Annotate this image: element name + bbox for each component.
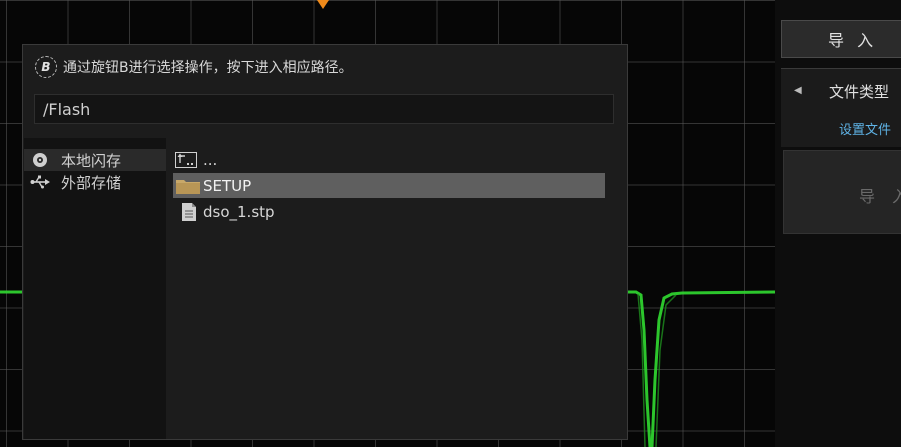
- file-label: ...: [203, 150, 218, 169]
- file-icon: [175, 202, 203, 222]
- path-field[interactable]: /Flash: [34, 94, 614, 124]
- file-item-dso-stp[interactable]: dso_1.stp: [173, 199, 605, 224]
- file-list: ... SETUP dso_1.stp: [167, 138, 627, 439]
- file-item-parent[interactable]: ...: [173, 147, 605, 172]
- file-type-value: 设置文件: [839, 123, 892, 138]
- file-type-label: 文件类型: [829, 83, 890, 101]
- usb-icon: [27, 175, 53, 189]
- path-text: /Flash: [43, 99, 91, 119]
- knob-b-icon: B: [35, 56, 57, 78]
- import-button-label: 导 入: [859, 187, 901, 206]
- file-label: SETUP: [203, 176, 252, 195]
- panel-title: 导 入: [781, 20, 901, 58]
- caret-left-icon: ◀: [794, 85, 802, 96]
- disk-icon: [27, 152, 53, 168]
- import-button[interactable]: 导 入: [783, 150, 901, 234]
- folder-icon: [175, 177, 203, 195]
- drive-item-local-flash[interactable]: 本地闪存: [24, 149, 166, 171]
- file-dialog: B 通过旋钮B进行选择操作，按下进入相应路径。 /Flash 本地闪存 外部存储…: [22, 44, 628, 440]
- side-menu-panel: 导 入 ◀ 文件类型 设置文件 导 入: [775, 0, 901, 447]
- dialog-hint: B 通过旋钮B进行选择操作，按下进入相应路径。: [35, 54, 353, 80]
- parent-folder-icon: [175, 151, 203, 168]
- drive-label: 本地闪存: [61, 151, 122, 170]
- dialog-hint-text: 通过旋钮B进行选择操作，按下进入相应路径。: [63, 60, 353, 76]
- drive-label: 外部存储: [61, 173, 122, 192]
- file-type-softkey[interactable]: ◀ 文件类型 设置文件: [781, 68, 901, 147]
- drive-item-external-storage[interactable]: 外部存储: [24, 171, 166, 193]
- drive-list: 本地闪存 外部存储: [24, 138, 166, 439]
- file-item-setup[interactable]: SETUP: [173, 173, 605, 198]
- file-label: dso_1.stp: [203, 202, 275, 221]
